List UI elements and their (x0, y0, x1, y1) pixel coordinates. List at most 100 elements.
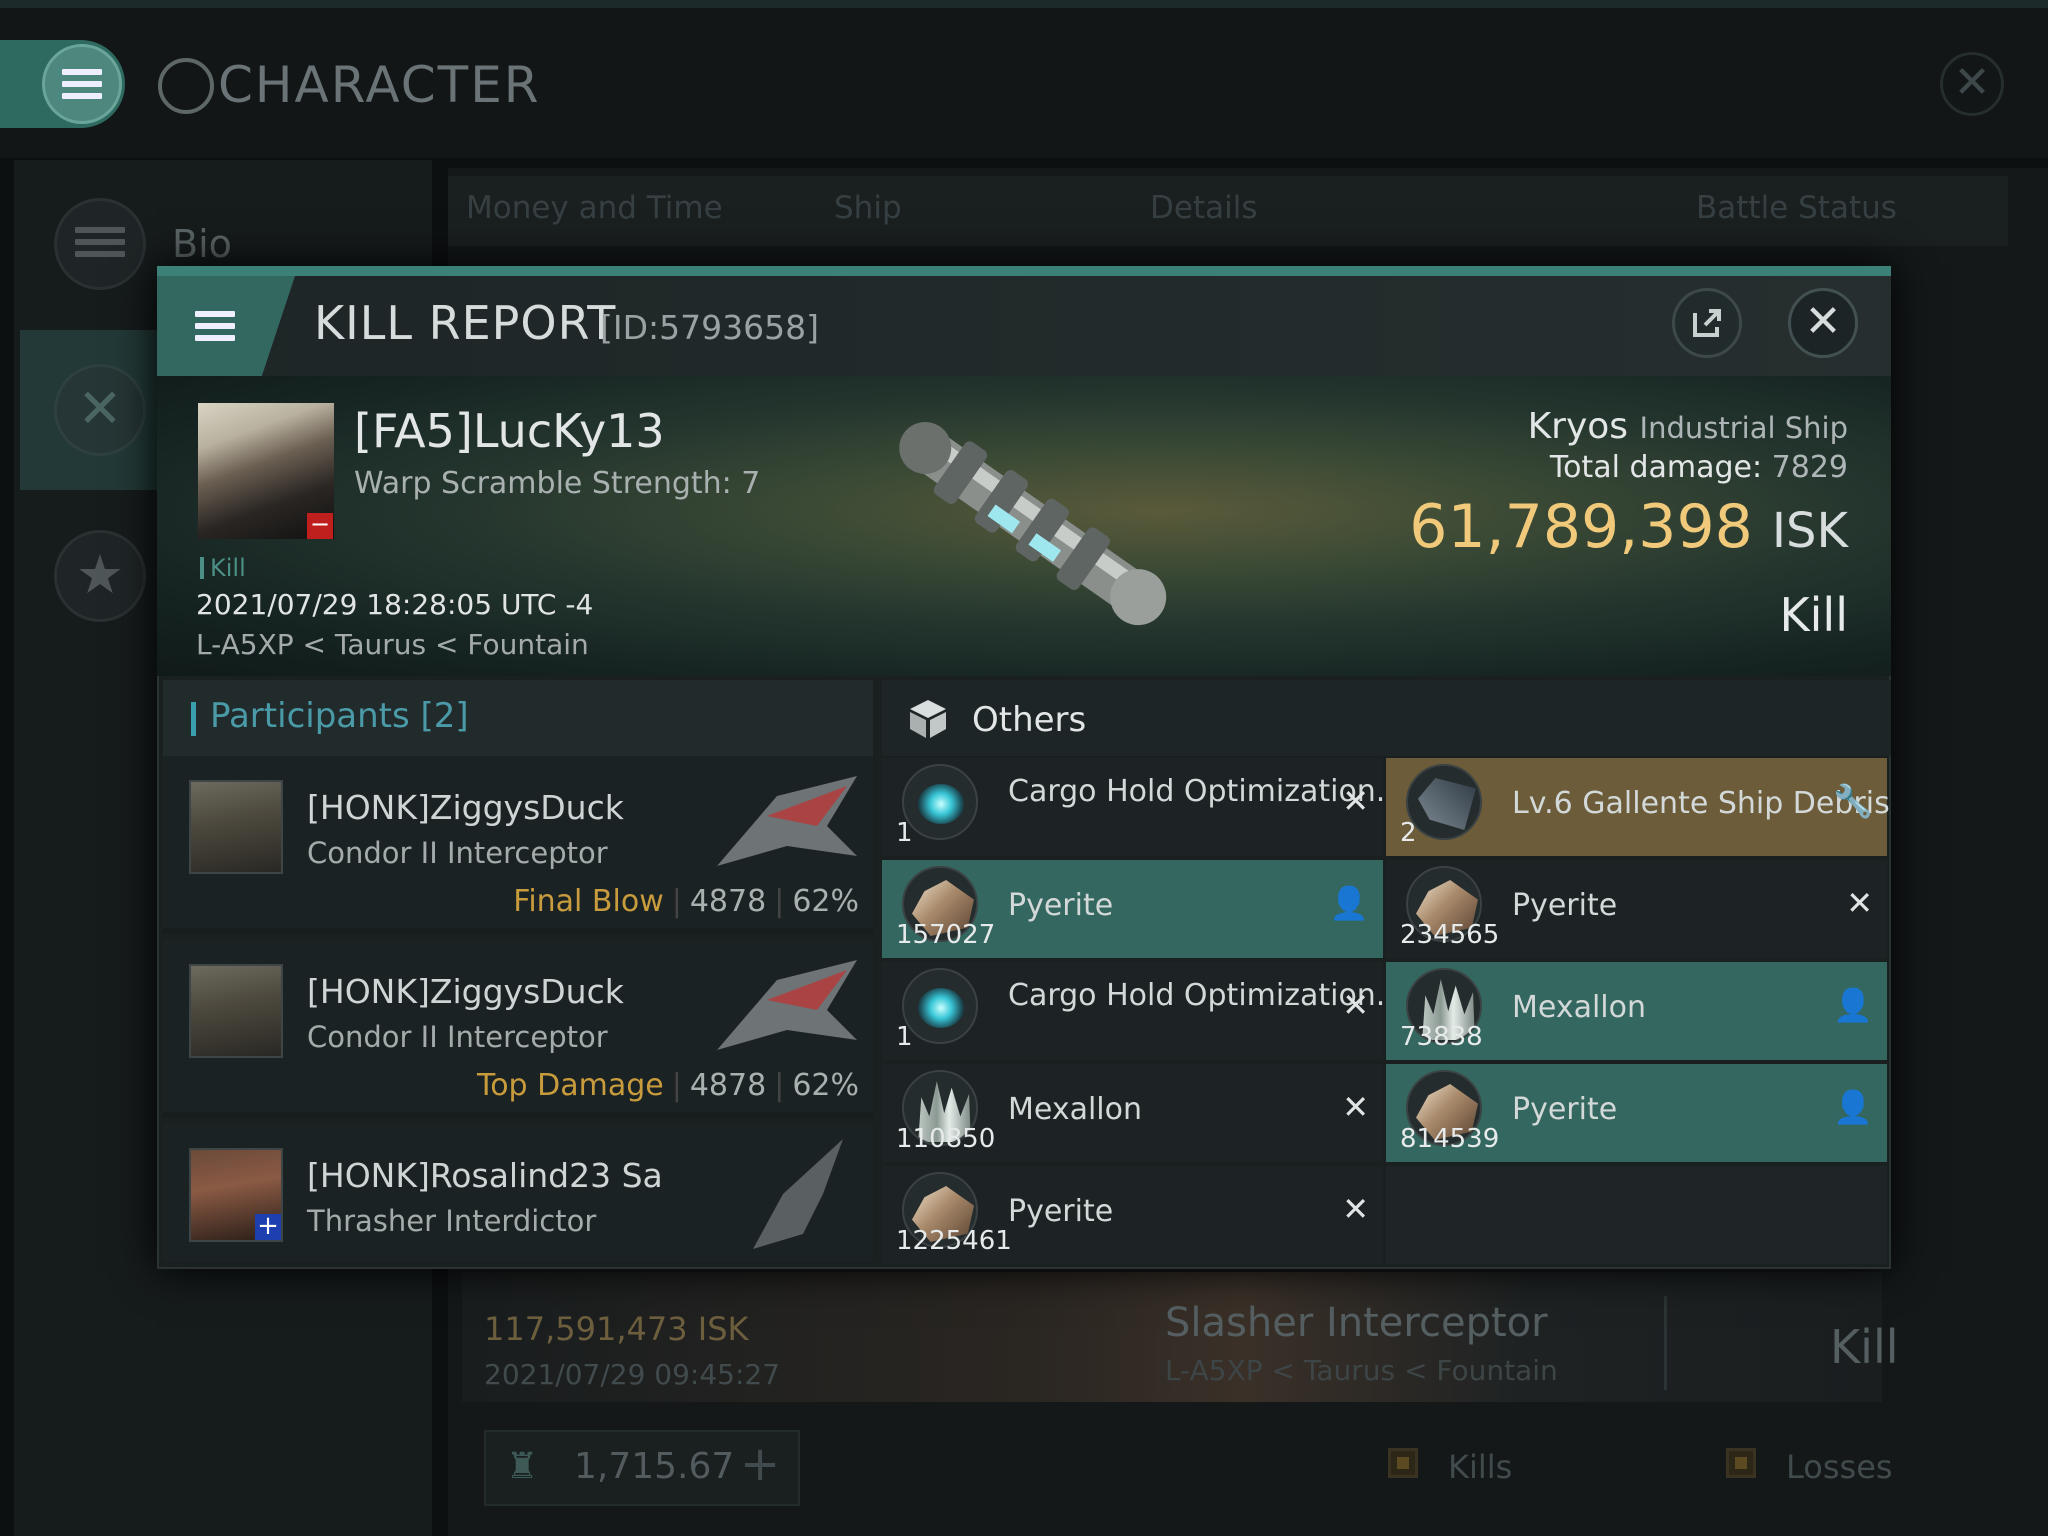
person-icon: 👤 (1833, 1088, 1873, 1126)
star-badge-icon[interactable]: ★ (54, 530, 146, 622)
kill-location[interactable]: L-A5XP < Taurus < Fountain (196, 628, 589, 661)
participant-ship-image (717, 960, 857, 1050)
person-icon: 👤 (1329, 884, 1369, 922)
destroyed-x-icon: ✕ (1342, 1190, 1369, 1228)
trophy-icon: ♜ (506, 1446, 539, 1487)
item-qty: 1 (896, 1022, 913, 1052)
item-qty: 73838 (1400, 1022, 1483, 1052)
item-qty: 110850 (896, 1124, 996, 1154)
ship-debris-icon (1406, 764, 1482, 840)
app-title: CHARACTER (218, 56, 541, 114)
tab-money-time[interactable]: Money and Time (466, 190, 723, 226)
participant-row[interactable]: [HONK]ZiggysDuck Condor II Interceptor T… (163, 940, 873, 1118)
balance-value: 1,715.67 (574, 1446, 735, 1487)
tab-ship[interactable]: Ship (834, 190, 902, 226)
item-qty: 814539 (1400, 1124, 1500, 1154)
modal-close-button[interactable]: ✕ (1788, 288, 1858, 358)
wrench-icon: 🔧 (1833, 782, 1873, 820)
loot-item[interactable]: 110850 Mexallon ✕ (882, 1064, 1383, 1162)
participant-avatar (189, 964, 283, 1058)
row-result: Kill (1830, 1320, 1899, 1374)
participant-ship-image (753, 1139, 843, 1249)
item-name: Pyerite (1512, 1092, 1618, 1127)
cube-icon (910, 700, 946, 738)
kills-checkbox[interactable] (1388, 1448, 1418, 1478)
participant-avatar: + (189, 1148, 283, 1242)
sidebar-bio-icon[interactable] (54, 198, 146, 290)
row-ship: Slasher Interceptor (1165, 1300, 1548, 1346)
kill-tag: Kill (200, 554, 246, 582)
victim-ship-image (899, 421, 1167, 626)
character-logo-icon (158, 58, 214, 114)
hostile-minus-icon: − (307, 512, 333, 539)
main-menu-button[interactable] (0, 40, 125, 128)
victim-ship-type: Kryos Industrial Ship (1527, 406, 1848, 447)
share-button[interactable] (1672, 288, 1742, 358)
participant-ship: Condor II Interceptor (307, 1020, 608, 1054)
participant-row[interactable]: + [HONK]Rosalind23 Sa Thrasher Interdict… (163, 1124, 873, 1262)
modal-title: KILL REPORT (314, 296, 617, 350)
loot-item[interactable]: 73838 Mexallon 👤 (1386, 962, 1887, 1060)
row-date: 2021/07/29 09:45:27 (484, 1358, 781, 1391)
add-balance-button[interactable]: + (740, 1436, 780, 1492)
loot-item[interactable]: 234565 Pyerite ✕ (1386, 860, 1887, 958)
participant-name: [HONK]Rosalind23 Sa (307, 1156, 663, 1195)
item-name: Mexallon (1512, 990, 1646, 1025)
losses-label: Losses (1786, 1448, 1893, 1486)
participant-name: [HONK]ZiggysDuck (307, 788, 624, 827)
item-name: Pyerite (1512, 888, 1618, 923)
losses-checkbox[interactable] (1726, 1448, 1756, 1478)
item-qty: 1225461 (896, 1226, 1012, 1256)
tab-details[interactable]: Details (1150, 190, 1257, 226)
lens-module-icon (902, 764, 978, 840)
lens-module-icon (902, 968, 978, 1044)
others-title: Others (972, 700, 1087, 740)
tab-battle-status[interactable]: Battle Status (1696, 190, 1897, 226)
participant-stats: Final Blow | 4878 | 62% (513, 884, 859, 919)
participants-title: Participants [2] (210, 696, 469, 736)
hamburger-icon (62, 69, 102, 99)
crossed-swords-icon: ✕ (54, 364, 146, 456)
share-icon (1693, 309, 1721, 337)
victim-name[interactable]: [FA5]LucKy13 (354, 404, 665, 458)
destroyed-x-icon: ✕ (1342, 986, 1369, 1024)
participant-ship-image (717, 776, 857, 866)
item-name: Mexallon (1008, 1092, 1142, 1127)
loot-item[interactable]: 1225461 Pyerite ✕ (882, 1166, 1383, 1264)
kills-label: Kills (1448, 1448, 1513, 1486)
participant-stats: Top Damage | 4878 | 62% (476, 1068, 859, 1103)
loot-item[interactable]: 2 Lv.6 Gallente Ship Debris 🔧 (1386, 758, 1890, 856)
item-qty: 234565 (1400, 920, 1500, 950)
total-damage: Total damage: 7829 (1549, 450, 1848, 485)
sidebar-bio-label[interactable]: Bio (172, 222, 232, 266)
loot-item[interactable]: 157027 Pyerite 👤 (882, 860, 1383, 958)
isk-value: 61,789,398 ISK (1409, 492, 1848, 562)
participant-row[interactable]: [HONK]ZiggysDuck Condor II Interceptor F… (163, 756, 873, 934)
row-divider (1664, 1296, 1667, 1390)
participant-ship: Thrasher Interdictor (307, 1204, 597, 1238)
destroyed-x-icon: ✕ (1846, 884, 1873, 922)
row-location: L-A5XP < Taurus < Fountain (1165, 1354, 1558, 1387)
destroyed-x-icon: ✕ (1342, 1088, 1369, 1126)
loot-item[interactable]: 814539 Pyerite 👤 (1386, 1064, 1887, 1162)
participant-ship: Condor II Interceptor (307, 836, 608, 870)
item-qty: 1 (896, 818, 913, 848)
kill-result: Kill (1779, 588, 1848, 642)
loot-item[interactable]: 1 Cargo Hold Optimization... ✕ (882, 962, 1404, 1060)
warp-scramble-strength: Warp Scramble Strength: 7 (354, 466, 761, 501)
top-strip (0, 0, 2048, 8)
destroyed-x-icon: ✕ (1342, 782, 1369, 820)
modal-accent-bar (157, 266, 1891, 276)
person-icon: 👤 (1833, 986, 1873, 1024)
item-qty: 157027 (896, 920, 996, 950)
loot-item[interactable]: 1 Cargo Hold Optimization... ✕ (882, 758, 1404, 856)
friendly-plus-icon: + (255, 1213, 281, 1240)
kill-id: [ID:5793658] (600, 308, 819, 347)
item-name: Pyerite (1008, 888, 1114, 923)
app-close-icon[interactable]: ✕ (1940, 52, 2004, 116)
participant-name: [HONK]ZiggysDuck (307, 972, 624, 1011)
kill-timestamp: 2021/07/29 18:28:05 UTC -4 (196, 588, 594, 621)
row-isk-value: 117,591,473 ISK (484, 1310, 749, 1348)
empty-slot (1386, 1166, 1887, 1264)
item-name: Pyerite (1008, 1194, 1114, 1229)
